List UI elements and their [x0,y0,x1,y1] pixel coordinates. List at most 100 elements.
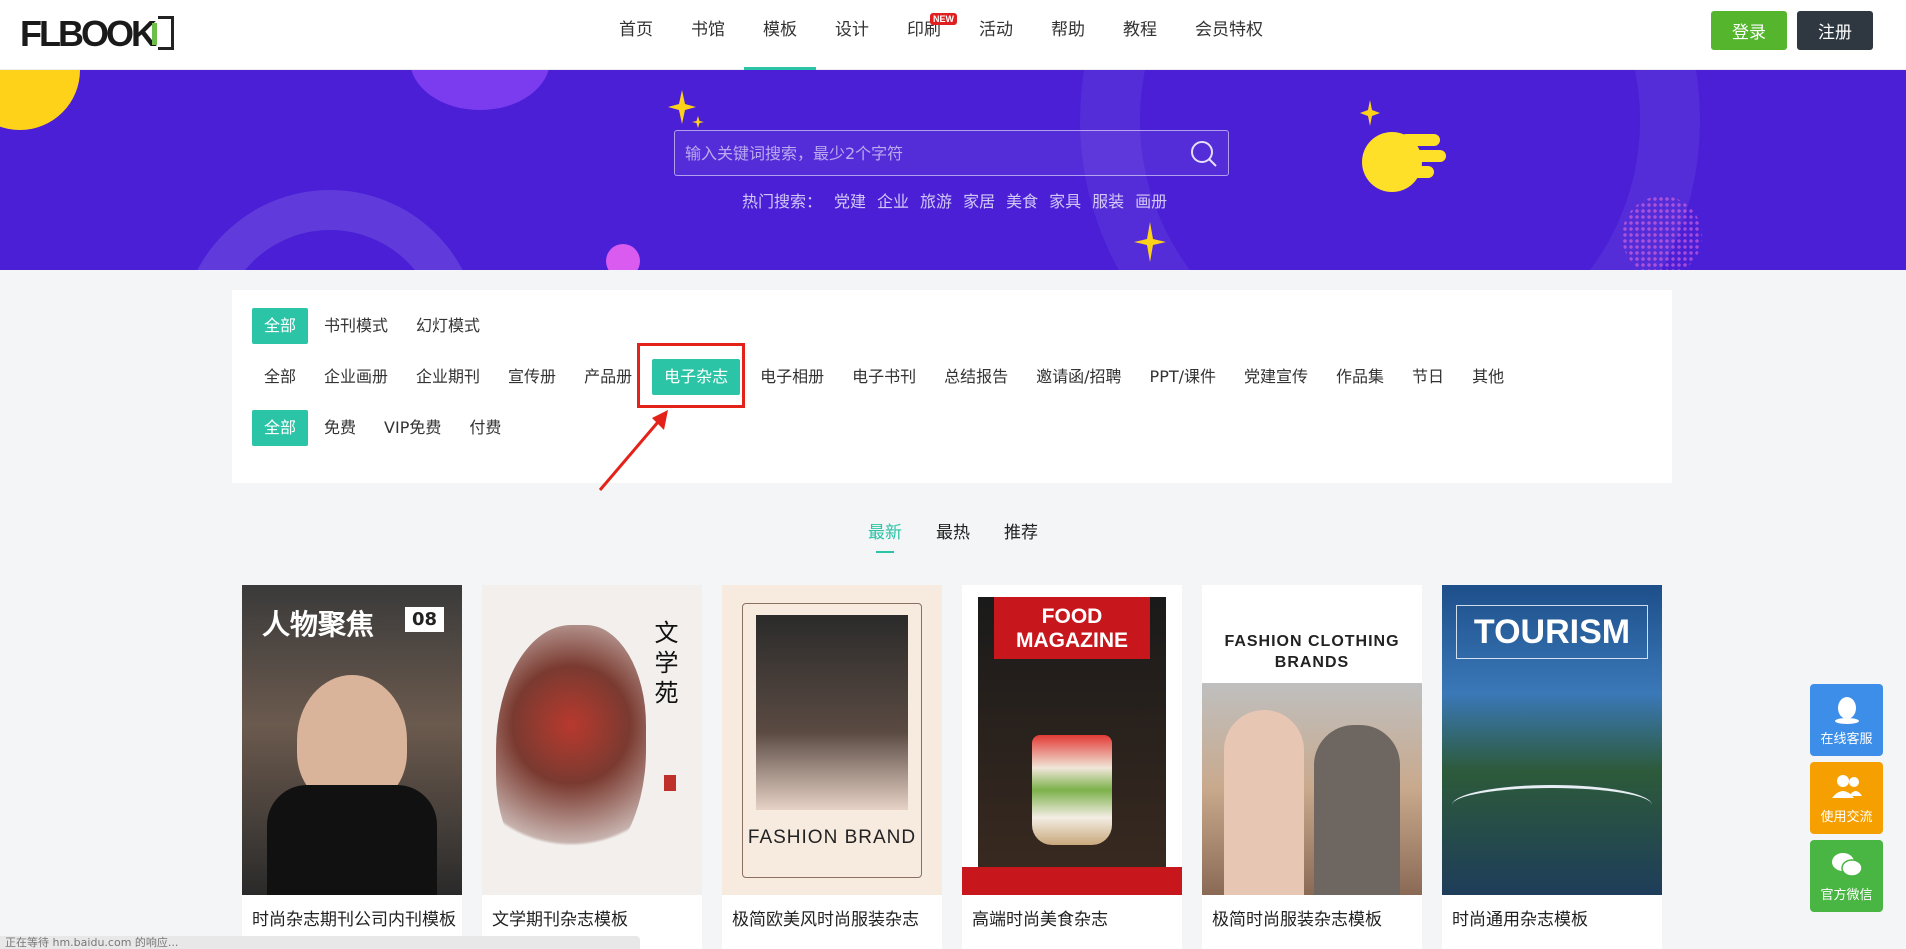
yellow-hand-icon [1362,132,1446,192]
hot-search-item[interactable]: 服装 [1092,188,1124,212]
sort-tab-recommended[interactable]: 推荐 [1004,518,1038,553]
cover-ink-splash [496,625,646,875]
hot-search-item[interactable]: 旅游 [920,188,952,212]
cover-dessert-glass [1032,735,1112,845]
cover-title: FOOD MAGAZINE [1016,605,1128,652]
online-support-button[interactable]: 在线客服 [1810,684,1883,756]
sparkle-icon [668,90,704,128]
sort-tab-hottest[interactable]: 最热 [936,518,970,553]
mode-chip-slide[interactable]: 幻灯模式 [404,308,492,344]
category-chip[interactable]: 节日 [1400,359,1456,395]
template-title: 高端时尚美食杂志 [972,910,1108,930]
cover-title-vertical: 文学苑 [650,620,678,710]
cover-red-footer [962,867,1182,895]
template-card[interactable]: TOURISM 时尚通用杂志模板 [1442,585,1662,949]
category-filter-row: 全部 企业画册 企业期刊 宣传册 产品册 电子杂志 电子相册 电子书刊 总结报告… [252,359,1520,395]
sort-tabs: 最新 最热 推荐 [0,518,1906,553]
cover-person-left [1224,710,1304,895]
template-thumbnail: FASHION CLOTHING BRANDS [1202,585,1422,895]
template-thumbnail: FASHION BRAND [722,585,942,895]
sort-tab-newest[interactable]: 最新 [868,518,902,553]
nav-events[interactable]: 活动 [960,0,1032,70]
template-card[interactable]: FASHION CLOTHING BRANDS 极简时尚服装杂志模板 [1202,585,1422,949]
yellow-circle-decoration [0,70,80,130]
cover-title: FASHION BRAND [747,827,917,848]
category-chip[interactable]: 宣传册 [496,359,568,395]
hot-search-item[interactable]: 企业 [877,188,909,212]
category-chip[interactable]: 作品集 [1324,359,1396,395]
search-box [674,130,1229,176]
template-title: 时尚通用杂志模板 [1452,910,1588,930]
hot-search-item[interactable]: 党建 [834,188,866,212]
price-chip-vip-free[interactable]: VIP免费 [372,410,453,446]
dotted-circle-decoration [1622,196,1702,270]
hot-search-item[interactable]: 画册 [1135,188,1167,212]
cover-title: TOURISM [1473,613,1631,651]
category-chip[interactable]: 邀请函/招聘 [1024,359,1133,395]
users-icon [1831,775,1862,798]
price-chip-all[interactable]: 全部 [252,410,309,446]
category-chip[interactable]: PPT/课件 [1138,359,1228,395]
mode-chip-all[interactable]: 全部 [252,308,309,344]
search-input[interactable] [675,131,1175,175]
template-title: 极简欧美风时尚服装杂志 [732,910,919,930]
login-button[interactable]: 登录 [1711,11,1787,50]
nav-design[interactable]: 设计 [816,0,888,70]
cover-bridge [1452,785,1652,825]
category-chip[interactable]: 其他 [1460,359,1516,395]
hot-search-item[interactable]: 美食 [1006,188,1038,212]
sparkle-small-icon [1360,100,1380,126]
browser-status-bar: 正在等待 hm.baidu.com 的响应... [0,936,640,949]
nav-library[interactable]: 书馆 [672,0,744,70]
nav-print[interactable]: 印刷 NEW [888,0,960,70]
category-chip[interactable]: 党建宣传 [1232,359,1320,395]
register-button[interactable]: 注册 [1797,11,1873,50]
hot-search-item[interactable]: 家具 [1049,188,1081,212]
sparkle-bottom-icon [1134,222,1166,262]
template-thumbnail: TOURISM [1442,585,1662,895]
nav-tutorial[interactable]: 教程 [1104,0,1176,70]
seal-stamp-icon [664,775,676,791]
top-header: FLBOOK 首页 书馆 模板 设计 印刷 NEW 活动 帮助 教程 会员特权 登… [0,0,1906,70]
logo-mark-icon [151,16,174,50]
nav-membership[interactable]: 会员特权 [1176,0,1282,70]
price-chip-paid[interactable]: 付费 [457,410,513,446]
category-chip[interactable]: 全部 [252,359,308,395]
category-chip[interactable]: 企业期刊 [404,359,492,395]
nav-help[interactable]: 帮助 [1032,0,1104,70]
template-thumbnail: 文学苑 [482,585,702,895]
price-filter-row: 全部 免费 VIP免费 付费 [252,410,517,446]
flbook-logo[interactable]: FLBOOK [20,14,174,54]
filter-panel: 全部 书刊模式 幻灯模式 全部 企业画册 企业期刊 宣传册 产品册 电子杂志 电… [232,290,1672,483]
category-chip[interactable]: 电子书刊 [840,359,928,395]
template-card[interactable]: 文学苑 文学期刊杂志模板 [482,585,702,949]
nav-templates[interactable]: 模板 [744,0,816,70]
nav-home[interactable]: 首页 [600,0,672,70]
template-card[interactable]: FASHION BRAND 极简欧美风时尚服装杂志 [722,585,942,949]
cover-person-right [1314,725,1400,895]
community-button[interactable]: 使用交流 [1810,762,1883,834]
template-card[interactable]: FOOD MAGAZINE 高端时尚美食杂志 [962,585,1182,949]
side-label: 在线客服 [1820,732,1873,747]
hot-search-item[interactable]: 家居 [963,188,995,212]
search-icon[interactable] [1190,140,1218,168]
ring-decoration [180,190,480,270]
cover-photo [756,615,908,810]
main-nav: 首页 书馆 模板 设计 印刷 NEW 活动 帮助 教程 会员特权 [600,0,1282,70]
category-chip[interactable]: 电子相册 [748,359,836,395]
template-title: 时尚杂志期刊公司内刊模板 [252,910,456,930]
mode-chip-book[interactable]: 书刊模式 [312,308,400,344]
hot-searches: 热门搜索： 党建 企业 旅游 家居 美食 家具 服装 画册 [742,188,1178,212]
price-chip-free[interactable]: 免费 [312,410,368,446]
annotation-highlight-box [637,343,745,408]
template-card[interactable]: 人物聚焦 08 时尚杂志期刊公司内刊模板 [242,585,462,949]
cover-body [267,785,437,895]
side-label: 官方微信 [1820,888,1873,903]
category-chip[interactable]: 产品册 [572,359,644,395]
category-chip[interactable]: 总结报告 [932,359,1020,395]
wechat-button[interactable]: 官方微信 [1810,840,1883,912]
new-badge: NEW [930,13,957,25]
mode-filter-row: 全部 书刊模式 幻灯模式 [252,308,496,344]
category-chip[interactable]: 企业画册 [312,359,400,395]
search-banner: 热门搜索： 党建 企业 旅游 家居 美食 家具 服装 画册 [0,70,1906,270]
